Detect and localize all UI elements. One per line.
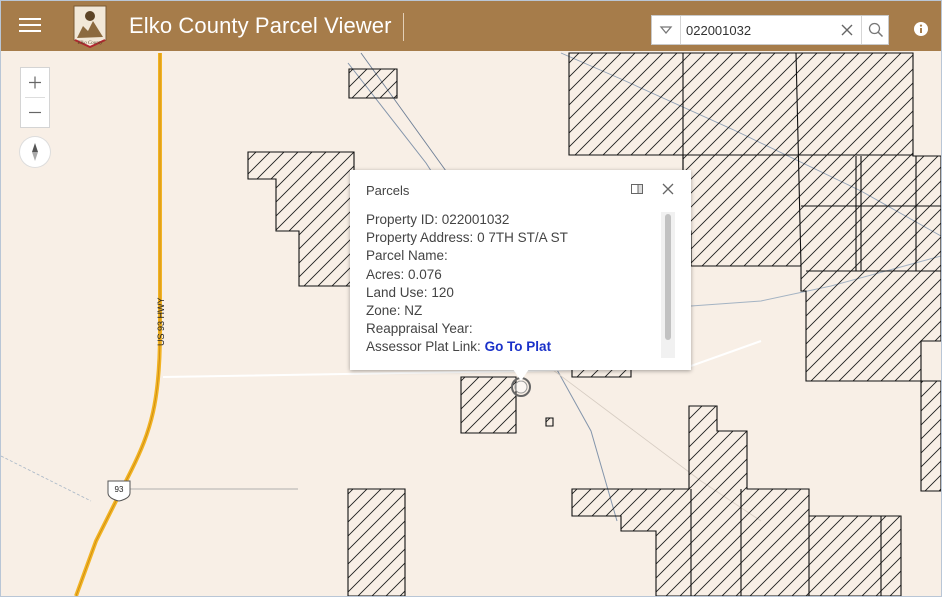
parcel-polygon[interactable] bbox=[920, 380, 941, 492]
app-title: Elko County Parcel Viewer bbox=[129, 13, 392, 38]
field-land-use: Land Use: 120 bbox=[366, 284, 454, 300]
parcel-polygon[interactable] bbox=[347, 488, 406, 596]
highway-edge bbox=[75, 53, 161, 596]
app-frame: Elko County Elko County Parcel Viewer 02… bbox=[0, 0, 942, 597]
parcel-polygon[interactable] bbox=[571, 405, 902, 596]
field-property-id: Property ID: 022001032 bbox=[366, 212, 510, 227]
map-stream-line bbox=[1, 455, 92, 502]
popup-title: Parcels bbox=[366, 183, 410, 198]
dock-icon[interactable] bbox=[630, 182, 644, 196]
chevron-down-icon bbox=[659, 26, 673, 35]
header-divider bbox=[403, 13, 404, 41]
shield-label: 93 bbox=[115, 485, 124, 494]
plus-icon bbox=[29, 76, 41, 89]
compass-icon bbox=[32, 143, 38, 161]
field-parcel-name: Parcel Name: bbox=[366, 248, 448, 264]
close-icon[interactable] bbox=[838, 21, 856, 39]
highway-label: US 93 HWY bbox=[156, 297, 166, 346]
field-acres: Acres: 0.076 bbox=[366, 266, 442, 282]
logo-text: Elko County bbox=[77, 41, 104, 46]
search-icon bbox=[868, 22, 884, 38]
popup-scrollbar-thumb[interactable] bbox=[665, 214, 671, 340]
field-zone: Zone: NZ bbox=[366, 303, 423, 319]
highway-shield: 93 bbox=[107, 480, 131, 502]
minus-icon bbox=[29, 111, 41, 114]
search-button[interactable] bbox=[861, 16, 890, 44]
field-assessor-plat-link: Assessor Plat Link: Go To Plat bbox=[366, 339, 552, 355]
parcel-polygon[interactable] bbox=[545, 417, 554, 427]
menu-icon[interactable] bbox=[19, 15, 41, 35]
popup-pointer bbox=[513, 369, 529, 381]
search-input[interactable] bbox=[686, 20, 826, 40]
selection-marker-inner bbox=[514, 380, 528, 394]
highway-line bbox=[74, 53, 162, 596]
zoom-out-button[interactable] bbox=[21, 98, 49, 127]
popup-content: Property ID: 022001032 Property Address:… bbox=[366, 211, 666, 357]
county-logo: Elko County bbox=[73, 5, 107, 48]
parcel-polygon[interactable] bbox=[460, 376, 517, 434]
search-source-dropdown[interactable] bbox=[652, 16, 681, 44]
close-icon[interactable] bbox=[660, 181, 676, 197]
parcel-popup: Parcels Property ID: 022001032 Property … bbox=[350, 170, 691, 381]
zoom-in-button[interactable] bbox=[21, 68, 49, 97]
search-widget bbox=[651, 15, 889, 45]
parcel-polygon[interactable] bbox=[348, 68, 398, 99]
zoom-control bbox=[20, 67, 50, 128]
go-to-plat-link[interactable]: Go To Plat bbox=[485, 339, 552, 354]
app-header: Elko County Elko County Parcel Viewer bbox=[1, 1, 941, 51]
compass-button[interactable] bbox=[20, 137, 50, 167]
field-property-address: Property Address: 0 7TH ST/A ST bbox=[366, 230, 568, 246]
field-reappraisal-year: Reappraisal Year: bbox=[366, 321, 473, 337]
parcel-polygon[interactable] bbox=[247, 151, 355, 287]
info-icon[interactable] bbox=[913, 21, 929, 37]
